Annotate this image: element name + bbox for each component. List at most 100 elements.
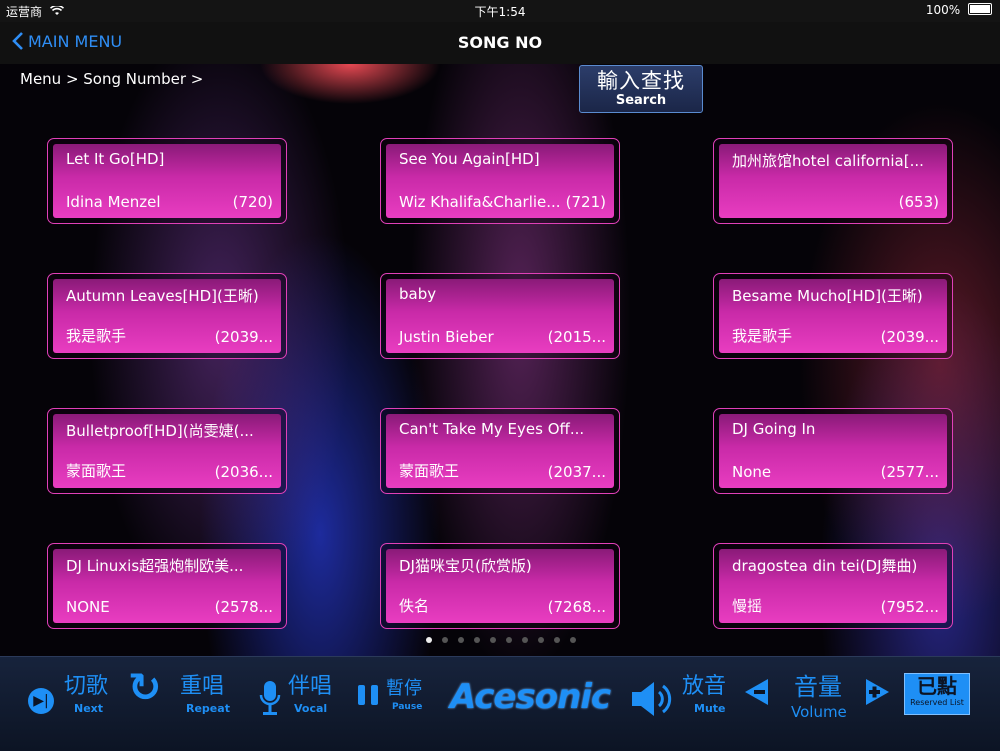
song-artist: Wiz Khalifa&Charlie... [399, 193, 561, 211]
song-artist: 我是歌手 [732, 327, 793, 345]
pause-label-en: Pause [392, 702, 423, 712]
song-number: (7268... [547, 598, 606, 616]
song-title: Autumn Leaves[HD](王晰) [66, 287, 259, 305]
vocal-button[interactable]: 伴唱 Vocal [258, 671, 338, 735]
page-dot[interactable] [554, 637, 560, 643]
microphone-icon [258, 679, 282, 727]
page-dot[interactable] [442, 637, 448, 643]
minus-icon [745, 679, 768, 705]
song-number: (2036... [214, 463, 273, 481]
page-dot[interactable] [538, 637, 544, 643]
song-artist: NONE [66, 598, 110, 616]
breadcrumb: Menu > Song Number > [20, 70, 204, 88]
song-number: (721) [565, 193, 606, 211]
next-label-en: Next [74, 702, 104, 715]
pause-label-cn: 暫停 [386, 678, 422, 699]
status-time: 下午1:54 [474, 5, 526, 19]
song-card[interactable]: Can't Take My Eyes Off... 蒙面歌王 (2037... [380, 408, 620, 494]
song-number: (2037... [547, 463, 606, 481]
song-browser: Menu > Song Number > 輸入查找 Search Let It … [0, 64, 1000, 656]
plus-icon [866, 679, 889, 705]
reserved-list-button[interactable]: 已點 Reserved List [904, 673, 970, 715]
song-number: (653) [898, 193, 939, 211]
navigation-bar: MAIN MENU SONG NO [0, 22, 1000, 64]
song-card[interactable]: baby Justin Bieber (2015... [380, 273, 620, 359]
song-card[interactable]: DJ猫咪宝贝(欣赏版) 佚名 (7268... [380, 543, 620, 629]
next-button[interactable]: ▶| 切歌 Next [28, 671, 110, 735]
song-card[interactable]: DJ Going In None (2577... [713, 408, 953, 494]
page-dot[interactable] [570, 637, 576, 643]
song-card[interactable]: dragostea din tei(DJ舞曲) 慢摇 (7952... [713, 543, 953, 629]
song-title: Can't Take My Eyes Off... [399, 420, 585, 438]
song-card[interactable]: Autumn Leaves[HD](王晰) 我是歌手 (2039... [47, 273, 287, 359]
volume-label: 音量 Volume [786, 671, 856, 735]
speaker-icon [630, 679, 678, 727]
battery-icon [968, 3, 992, 15]
song-artist: Idina Menzel [66, 193, 161, 211]
play-next-icon: ▶| [28, 679, 54, 714]
page-dot[interactable] [490, 637, 496, 643]
song-artist: 蒙面歌王 [399, 462, 460, 480]
repeat-button[interactable]: ↻ 重唱 Repeat [128, 665, 232, 735]
next-label-cn: 切歌 [64, 674, 109, 699]
volume-down-button[interactable] [742, 677, 770, 707]
song-card[interactable]: See You Again[HD] Wiz Khalifa&Charlie...… [380, 138, 620, 224]
song-card[interactable]: DJ Linuxis超强炮制欧美... NONE (2578... [47, 543, 287, 629]
page-title: SONG NO [457, 33, 543, 52]
search-button-label-en: Search [615, 93, 667, 108]
page-dot[interactable] [474, 637, 480, 643]
volume-label-en: Volume [791, 703, 847, 721]
song-number: (2039... [214, 328, 273, 346]
song-card[interactable]: Besame Mucho[HD](王晰) 我是歌手 (2039... [713, 273, 953, 359]
volume-label-cn: 音量 [794, 673, 842, 701]
mute-label-en: Mute [694, 702, 726, 715]
volume-up-button[interactable] [864, 677, 892, 707]
song-number: (7952... [880, 598, 939, 616]
page-dot[interactable] [458, 637, 464, 643]
brand-logo: Acesonic [450, 677, 611, 717]
page-dot[interactable] [426, 637, 432, 643]
song-artist: Justin Bieber [399, 328, 494, 346]
status-bar: 运营商 下午1:54 100% [0, 0, 1000, 22]
song-title: DJ Linuxis超强炮制欧美... [66, 557, 244, 575]
reserved-label-cn: 已點 [917, 674, 957, 698]
song-title: baby [399, 285, 437, 303]
song-card[interactable]: 加州旅馆hotel california[... (653) [713, 138, 953, 224]
mute-button[interactable]: 放音 Mute [630, 671, 730, 735]
song-title: See You Again[HD] [399, 150, 540, 168]
vocal-label-cn: 伴唱 [288, 674, 333, 699]
song-artist: 佚名 [399, 597, 430, 615]
control-toolbar: ▶| 切歌 Next ↻ 重唱 Repeat 伴唱 Vocal 暫停 Pause… [0, 656, 1000, 751]
vocal-label-en: Vocal [294, 702, 328, 715]
repeat-label-en: Repeat [186, 702, 230, 715]
reserved-label-en: Reserved List [910, 698, 964, 707]
song-title: DJ猫咪宝贝(欣赏版) [399, 557, 532, 575]
song-number: (720) [232, 193, 273, 211]
song-title: Besame Mucho[HD](王晰) [732, 287, 923, 305]
page-dot[interactable] [522, 637, 528, 643]
song-title: DJ Going In [732, 420, 816, 438]
song-title: Let It Go[HD] [66, 150, 165, 168]
search-button[interactable]: 輸入查找 Search [579, 65, 703, 113]
song-card[interactable]: Bulletproof[HD](尚雯婕(... 蒙面歌王 (2036... [47, 408, 287, 494]
song-artist: None [732, 463, 772, 481]
song-card[interactable]: Let It Go[HD] Idina Menzel (720) [47, 138, 287, 224]
song-title: 加州旅馆hotel california[... [732, 152, 924, 170]
song-number: (2578... [214, 598, 273, 616]
song-title: Bulletproof[HD](尚雯婕(... [66, 422, 254, 440]
song-title: dragostea din tei(DJ舞曲) [732, 557, 918, 575]
song-artist: 我是歌手 [66, 327, 127, 345]
repeat-icon: ↻ [128, 665, 162, 711]
mute-label-cn: 放音 [682, 674, 727, 699]
song-number: (2015... [547, 328, 606, 346]
page-dot[interactable] [506, 637, 512, 643]
search-button-label-cn: 輸入查找 [597, 69, 685, 93]
song-artist: 蒙面歌王 [66, 462, 127, 480]
pause-icon [356, 679, 382, 717]
song-number: (2577... [880, 463, 939, 481]
repeat-label-cn: 重唱 [180, 674, 225, 699]
pause-button[interactable]: 暫停 Pause [356, 671, 432, 735]
battery-percent: 100% [925, 3, 961, 17]
song-artist: 慢摇 [732, 597, 763, 615]
page-indicator[interactable] [426, 628, 586, 643]
